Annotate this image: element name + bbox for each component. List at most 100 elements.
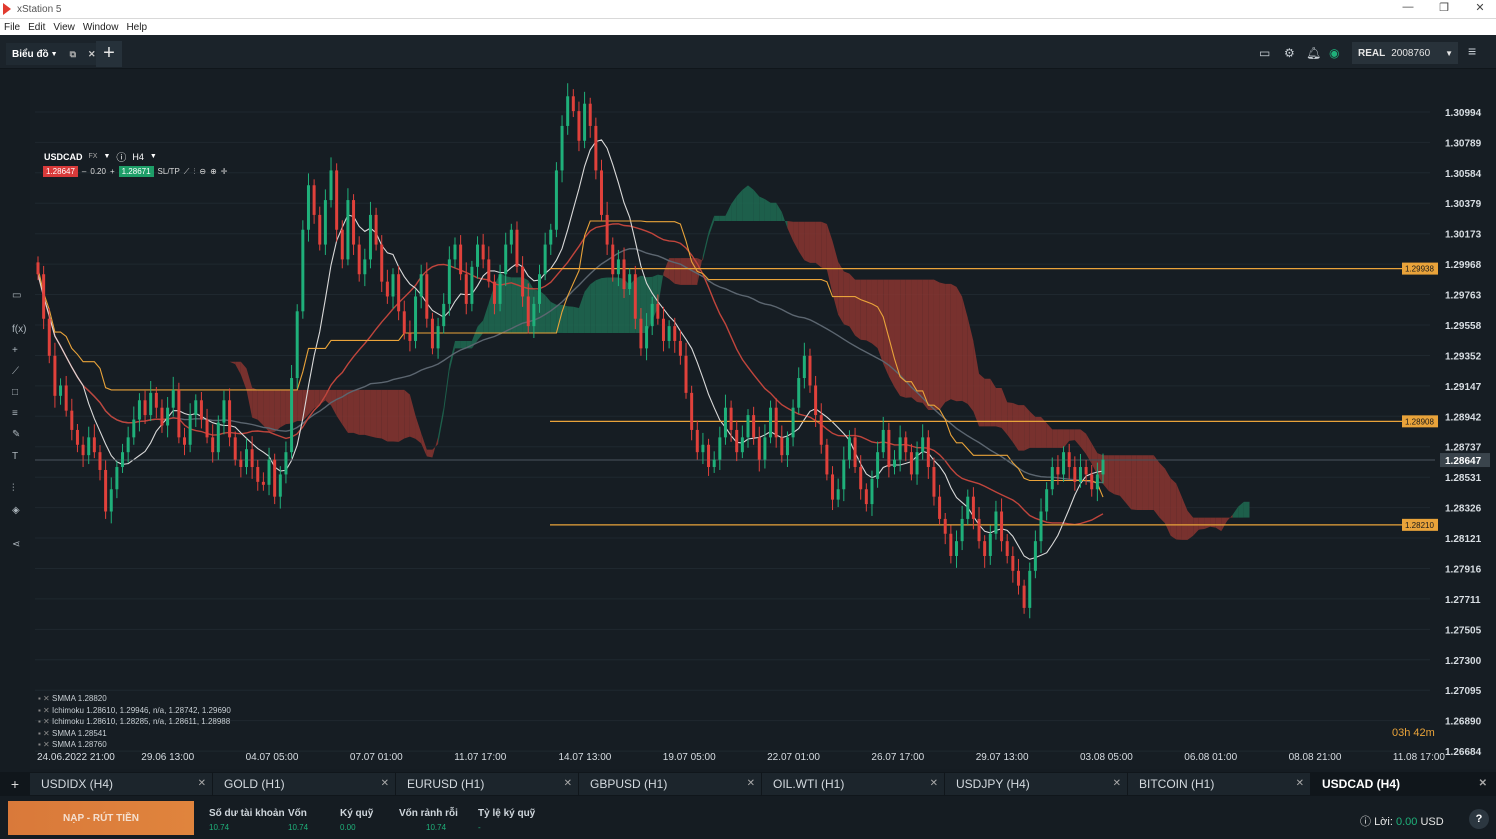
minus-icon: – — [81, 167, 87, 176]
price-chart[interactable]: 1.29938 1.28908 1.28210 1.28647 1.30994 1.30… — [30, 69, 1496, 769]
equity-label: Vốn — [288, 808, 307, 819]
legend-item[interactable]: SMMA 1.28760 — [38, 739, 231, 751]
ichimoku-cloud-segment — [748, 185, 754, 221]
tab-usdjpy[interactable]: USDJPY (H4) ✕ — [945, 773, 1128, 795]
screen-icon[interactable]: ▭ — [12, 290, 21, 301]
layout-icon[interactable]: ▭ — [1259, 46, 1270, 60]
close-icon[interactable]: ✕ — [1479, 778, 1487, 789]
line-icon[interactable]: ⟋ — [12, 366, 19, 377]
timeframe-selector[interactable]: H4 — [132, 152, 144, 162]
share-icon[interactable]: ⋖ — [12, 539, 20, 550]
tab-usdidx[interactable]: USDIDX (H4) ✕ — [30, 773, 213, 795]
menu-edit[interactable]: Edit — [24, 22, 49, 33]
legend-item[interactable]: SMMA 1.28820 — [38, 693, 231, 705]
close-icon[interactable]: ✕ — [198, 778, 206, 789]
close-icon[interactable]: ✕ — [930, 778, 938, 789]
account-number: 2008760 — [1391, 47, 1431, 59]
function-icon[interactable]: f(x) — [12, 324, 26, 335]
add-tab-button[interactable]: + — [0, 776, 30, 792]
tab-eurusd[interactable]: EURUSD (H1) ✕ — [396, 773, 579, 795]
candle-body — [1062, 452, 1066, 475]
ichimoku-cloud-segment — [742, 185, 748, 221]
ichimoku-cloud-segment — [945, 283, 951, 403]
chart-tab[interactable]: Biểu đồ ▼ ⧉ ✕ — [6, 43, 102, 65]
close-icon[interactable]: ✕ — [1113, 778, 1121, 789]
rectangle-icon[interactable]: □ — [12, 387, 18, 398]
legend-item[interactable]: Ichimoku 1.28610, 1.28285, n/a, 1.28611,… — [38, 716, 231, 728]
buy-button[interactable]: 1.28671 — [118, 166, 154, 177]
trend-icon[interactable]: ⟋ — [184, 167, 190, 177]
close-icon[interactable]: ✕ — [381, 778, 389, 789]
volume-icon[interactable]: ⚙ — [1284, 46, 1295, 60]
volume-input[interactable]: 0.20 — [90, 167, 106, 176]
candle-body — [318, 214, 322, 245]
candle-body — [42, 274, 46, 319]
bell-icon[interactable]: 🔔︎ — [1306, 46, 1321, 60]
menu-view[interactable]: View — [49, 22, 79, 33]
info-icon[interactable]: ⓘ — [1360, 816, 1371, 828]
y-tick-label: 1.27300 — [1445, 656, 1482, 667]
menu-file[interactable]: File — [0, 22, 24, 33]
window-title: xStation 5 — [17, 3, 62, 15]
tab-gbpusd[interactable]: GBPUSD (H1) ✕ — [579, 773, 762, 795]
legend-item[interactable]: SMMA 1.28541 — [38, 728, 231, 740]
tab-label: EURUSD (H1) — [407, 777, 485, 791]
candle-body — [938, 496, 942, 519]
text-icon[interactable]: T — [12, 451, 18, 462]
zoom-out-icon[interactable]: ⊖ — [199, 167, 206, 176]
maximize-button[interactable]: ❐ — [1426, 1, 1462, 14]
close-icon[interactable]: ✕ — [747, 778, 755, 789]
close-icon[interactable]: ✕ — [1296, 778, 1304, 789]
candle-body — [960, 518, 964, 542]
account-selector[interactable]: REAL 2008760 ▼ — [1352, 42, 1458, 64]
tab-oilwti[interactable]: OIL.WTI (H1) ✕ — [762, 773, 945, 795]
info-icon[interactable]: ⓘ — [116, 149, 126, 164]
add-tab-button[interactable]: + — [96, 41, 122, 67]
ichimoku-cloud-segment — [297, 389, 303, 422]
tab-usdcad[interactable]: USDCAD (H4) ✕ — [1311, 773, 1494, 795]
menu-window[interactable]: Window — [79, 22, 123, 33]
candle-body — [1016, 570, 1020, 586]
close-icon[interactable]: ✕ — [564, 778, 572, 789]
indicator-icon[interactable]: ⫶ — [12, 483, 15, 494]
candle-body — [831, 474, 835, 500]
candles-icon[interactable]: ⫶ — [193, 167, 195, 177]
candle-body — [278, 474, 282, 497]
layers-icon[interactable]: ◈ — [12, 505, 20, 516]
close-button[interactable]: ✕ — [1462, 1, 1496, 14]
sltp-button[interactable]: SL/TP — [158, 167, 180, 176]
chevron-down-icon[interactable]: ▼ — [150, 153, 157, 160]
sell-button[interactable]: 1.28647 — [43, 166, 78, 177]
instrument-symbol[interactable]: USDCAD — [44, 152, 83, 162]
chart-canvas[interactable]: 1.29938 1.28908 1.28210 1.28647 1.30994 1.30… — [30, 69, 1496, 769]
ichimoku-cloud-segment — [567, 306, 574, 333]
candle-body — [346, 200, 350, 260]
candle-body — [64, 385, 68, 411]
margin-level-label: Tỷ lệ ký quỹ — [478, 808, 536, 819]
pen-icon[interactable]: ✎ — [12, 429, 20, 440]
help-button[interactable]: ? — [1469, 809, 1489, 829]
ichimoku-cloud-segment — [719, 215, 726, 221]
close-tab-icon[interactable]: ✕ — [88, 49, 96, 60]
margin-level-value: - — [478, 823, 481, 832]
ichimoku-cloud-segment — [505, 276, 512, 333]
legend-item[interactable]: Ichimoku 1.28610, 1.29946, n/a, 1.28742,… — [38, 705, 231, 717]
candle-body — [757, 437, 761, 460]
candle-body — [780, 437, 784, 456]
hamburger-menu-icon[interactable]: ≡ — [1468, 43, 1476, 59]
crosshair-icon[interactable]: + — [12, 345, 18, 356]
popout-icon[interactable]: ⧉ — [70, 49, 76, 60]
minimize-button[interactable]: — — [1390, 1, 1426, 14]
ichimoku-cloud-segment — [764, 199, 771, 221]
ichimoku-cloud-segment — [1029, 411, 1036, 448]
fibonacci-icon[interactable]: ≡ — [12, 408, 18, 419]
deposit-withdraw-button[interactable]: NẠP - RÚT TIỀN — [8, 801, 194, 835]
candle-body — [954, 541, 958, 556]
chevron-down-icon[interactable]: ▼ — [103, 153, 110, 160]
crosshair-icon[interactable]: ✛ — [221, 167, 228, 176]
candle-body — [414, 296, 418, 341]
menu-help[interactable]: Help — [122, 22, 151, 33]
zoom-in-icon[interactable]: ⊕ — [210, 167, 217, 176]
tab-gold[interactable]: GOLD (H1) ✕ — [213, 773, 396, 795]
tab-bitcoin[interactable]: BITCOIN (H1) ✕ — [1128, 773, 1311, 795]
